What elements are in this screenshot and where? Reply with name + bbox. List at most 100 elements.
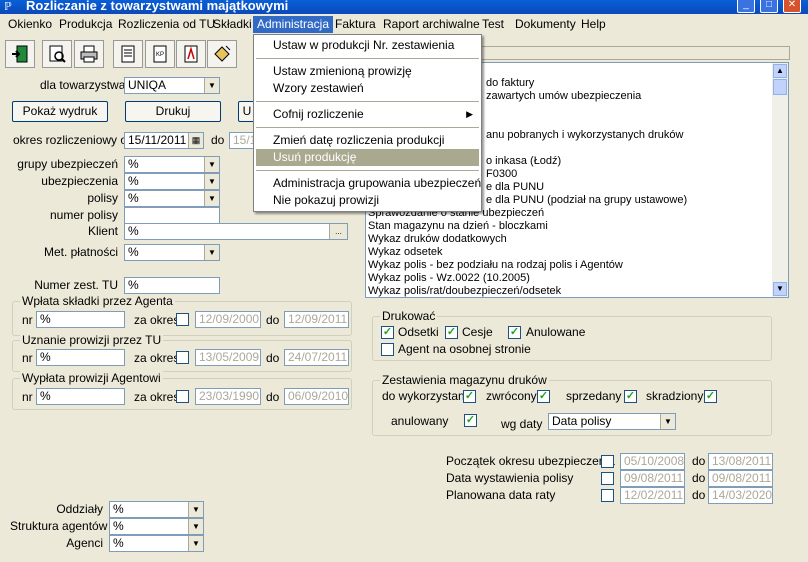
numer-zest-field[interactable]: % <box>124 277 220 294</box>
towarzystwa-select[interactable]: UNIQA ▼ <box>124 77 220 94</box>
odsetki-checkbox[interactable]: ✓ <box>381 326 394 339</box>
scroll-down-icon[interactable]: ▼ <box>773 282 787 296</box>
wg-daty-select[interactable]: Data polisy ▼ <box>548 413 676 430</box>
pokaz-wydruk-button[interactable]: Pokaż wydruk <box>12 101 108 122</box>
met-platnosci-select[interactable]: % ▼ <box>124 244 220 261</box>
menu-item-ustaw-zmieniona-prowizje[interactable]: Ustaw zmienioną prowizję <box>256 63 479 80</box>
anulowany-checkbox[interactable]: ✓ <box>464 414 477 427</box>
list-item[interactable]: Wykaz polis/rat/doubezpieczeń/odsetek <box>368 285 561 298</box>
list-item[interactable]: e dla PUNU <box>486 181 544 194</box>
oddzialy-select[interactable]: % ▼ <box>109 501 204 518</box>
planowana-od-field[interactable]: 12/02/2011 <box>620 487 685 504</box>
list-item[interactable]: Wykaz polis - Wz.0022 (10.2005) <box>368 272 530 285</box>
chevron-down-icon[interactable]: ▼ <box>188 536 203 551</box>
struktura-select[interactable]: % ▼ <box>109 518 204 535</box>
list-item[interactable]: do faktury <box>486 77 534 90</box>
menu-okienko[interactable]: Okienko <box>4 16 56 33</box>
menu-item-ustaw-nr-zestawienia[interactable]: Ustaw w produkcji Nr. zestawienia <box>256 37 479 54</box>
chevron-down-icon[interactable]: ▼ <box>188 519 203 534</box>
maximize-button[interactable]: □ <box>760 0 778 13</box>
do-wykorzystania-checkbox[interactable]: ✓ <box>463 390 476 403</box>
chevron-down-icon[interactable]: ▼ <box>204 157 219 172</box>
list-item[interactable]: Stan magazynu na dzień - bloczkami <box>368 220 548 233</box>
list-item[interactable]: Wykaz polis - bez podziału na rodzaj pol… <box>368 259 623 272</box>
minimize-button[interactable]: _ <box>737 0 755 13</box>
list-item[interactable]: Wykaz druków dodatkowych <box>368 233 507 246</box>
klient-field[interactable]: %... <box>124 223 348 240</box>
menu-dokumenty[interactable]: Dokumenty <box>511 16 580 33</box>
menu-raport-archiwalne[interactable]: Raport archiwalne <box>379 16 484 33</box>
menu-administracja[interactable]: Administracja <box>253 16 334 33</box>
polisy-select[interactable]: % ▼ <box>124 190 220 207</box>
wplata-checkbox[interactable] <box>176 313 189 326</box>
poczatek-checkbox[interactable] <box>601 455 614 468</box>
exit-button[interactable] <box>5 40 35 68</box>
chevron-down-icon[interactable]: ▼ <box>188 502 203 517</box>
list-item[interactable]: o inkasa (Łodź) <box>486 155 561 168</box>
uznanie-nr-field[interactable]: % <box>36 349 125 366</box>
wystawienia-do-field[interactable]: 09/08/2011 <box>708 470 773 487</box>
ubezpieczenia-select[interactable]: % ▼ <box>124 173 220 190</box>
poczatek-od-field[interactable]: 05/10/2008 <box>620 453 685 470</box>
pdf-button[interactable] <box>176 40 206 68</box>
numer-polisy-field[interactable] <box>124 207 220 224</box>
list-item[interactable]: F0300 <box>486 168 517 181</box>
close-button[interactable]: ✕ <box>783 0 801 13</box>
kp-button[interactable]: KP <box>145 40 175 68</box>
grupy-select[interactable]: % ▼ <box>124 156 220 173</box>
calendar-icon[interactable]: ▦ <box>188 133 203 148</box>
menu-item-administracja-grupowania[interactable]: Administracja grupowania ubezpieczeń <box>256 175 481 192</box>
wystawienia-od-field[interactable]: 09/08/2011 <box>620 470 685 487</box>
okres-od-field[interactable]: 15/11/2011 ▦ <box>124 132 204 149</box>
planowana-do-field[interactable]: 14/03/2020 <box>708 487 773 504</box>
wyplata-checkbox[interactable] <box>176 390 189 403</box>
menu-item-cofnij-rozliczenie[interactable]: Cofnij rozliczenie ▶ <box>256 106 479 123</box>
menu-test[interactable]: Test <box>478 16 508 33</box>
uznanie-checkbox[interactable] <box>176 351 189 364</box>
list-item[interactable]: e dla PUNU (podział na grupy ustawowe) <box>486 194 687 207</box>
agenci-select[interactable]: % ▼ <box>109 535 204 552</box>
menu-item-zmien-date[interactable]: Zmień datę rozliczenia produkcji <box>256 132 479 149</box>
drukuj-button[interactable]: Drukuj <box>125 101 221 122</box>
menu-item-wzory-zestawien[interactable]: Wzory zestawień <box>256 80 479 97</box>
menu-faktura[interactable]: Faktura <box>331 16 380 33</box>
menu-rozliczenia[interactable]: Rozliczenia od TU <box>114 16 219 33</box>
chevron-down-icon[interactable]: ▼ <box>204 174 219 189</box>
menu-skladki[interactable]: Składki <box>209 16 256 33</box>
wystawienia-checkbox[interactable] <box>601 472 614 485</box>
agent-checkbox[interactable] <box>381 343 394 356</box>
list-item[interactable]: zawartych umów ubezpieczenia <box>486 90 641 103</box>
export-button[interactable] <box>207 40 237 68</box>
anulowane-checkbox[interactable]: ✓ <box>508 326 521 339</box>
poczatek-do-field[interactable]: 13/08/2011 <box>708 453 773 470</box>
chevron-down-icon[interactable]: ▼ <box>204 78 219 93</box>
ellipsis-button[interactable]: ... <box>329 224 347 239</box>
list-item[interactable]: anu pobranych i wykorzystanych druków <box>486 129 683 142</box>
uznanie-do-field[interactable]: 24/07/2011 <box>284 349 349 366</box>
wplata-od-field[interactable]: 12/09/2000 <box>195 311 261 328</box>
skradziony-checkbox[interactable]: ✓ <box>704 390 717 403</box>
scroll-up-icon[interactable]: ▲ <box>773 64 787 78</box>
list-scrollbar[interactable]: ▲ ▼ <box>772 63 788 297</box>
chevron-down-icon[interactable]: ▼ <box>660 414 675 429</box>
wyplata-od-field[interactable]: 23/03/1990 <box>195 388 261 405</box>
okres-do-field[interactable]: 15/1 <box>229 132 256 149</box>
menu-item-usun-produkcje[interactable]: Usuń produkcję <box>256 149 479 166</box>
scroll-thumb[interactable] <box>773 79 787 95</box>
cesje-checkbox[interactable]: ✓ <box>445 326 458 339</box>
print-button[interactable] <box>74 40 104 68</box>
chevron-down-icon[interactable]: ▼ <box>204 245 219 260</box>
wyplata-do-field[interactable]: 06/09/2010 <box>284 388 349 405</box>
menu-help[interactable]: Help <box>577 16 610 33</box>
wyplata-nr-field[interactable]: % <box>36 388 125 405</box>
preview-button[interactable] <box>42 40 72 68</box>
sprzedany-checkbox[interactable]: ✓ <box>624 390 637 403</box>
chevron-down-icon[interactable]: ▼ <box>204 191 219 206</box>
document-button[interactable] <box>113 40 143 68</box>
wplata-do-field[interactable]: 12/09/2011 <box>284 311 349 328</box>
menu-produkcja[interactable]: Produkcja <box>55 16 116 33</box>
zwrocony-checkbox[interactable]: ✓ <box>537 390 550 403</box>
list-item[interactable]: Wykaz odsetek <box>368 246 443 259</box>
menu-item-nie-pokazuj-prowizji[interactable]: Nie pokazuj prowizji <box>256 192 479 209</box>
wplata-nr-field[interactable]: % <box>36 311 125 328</box>
